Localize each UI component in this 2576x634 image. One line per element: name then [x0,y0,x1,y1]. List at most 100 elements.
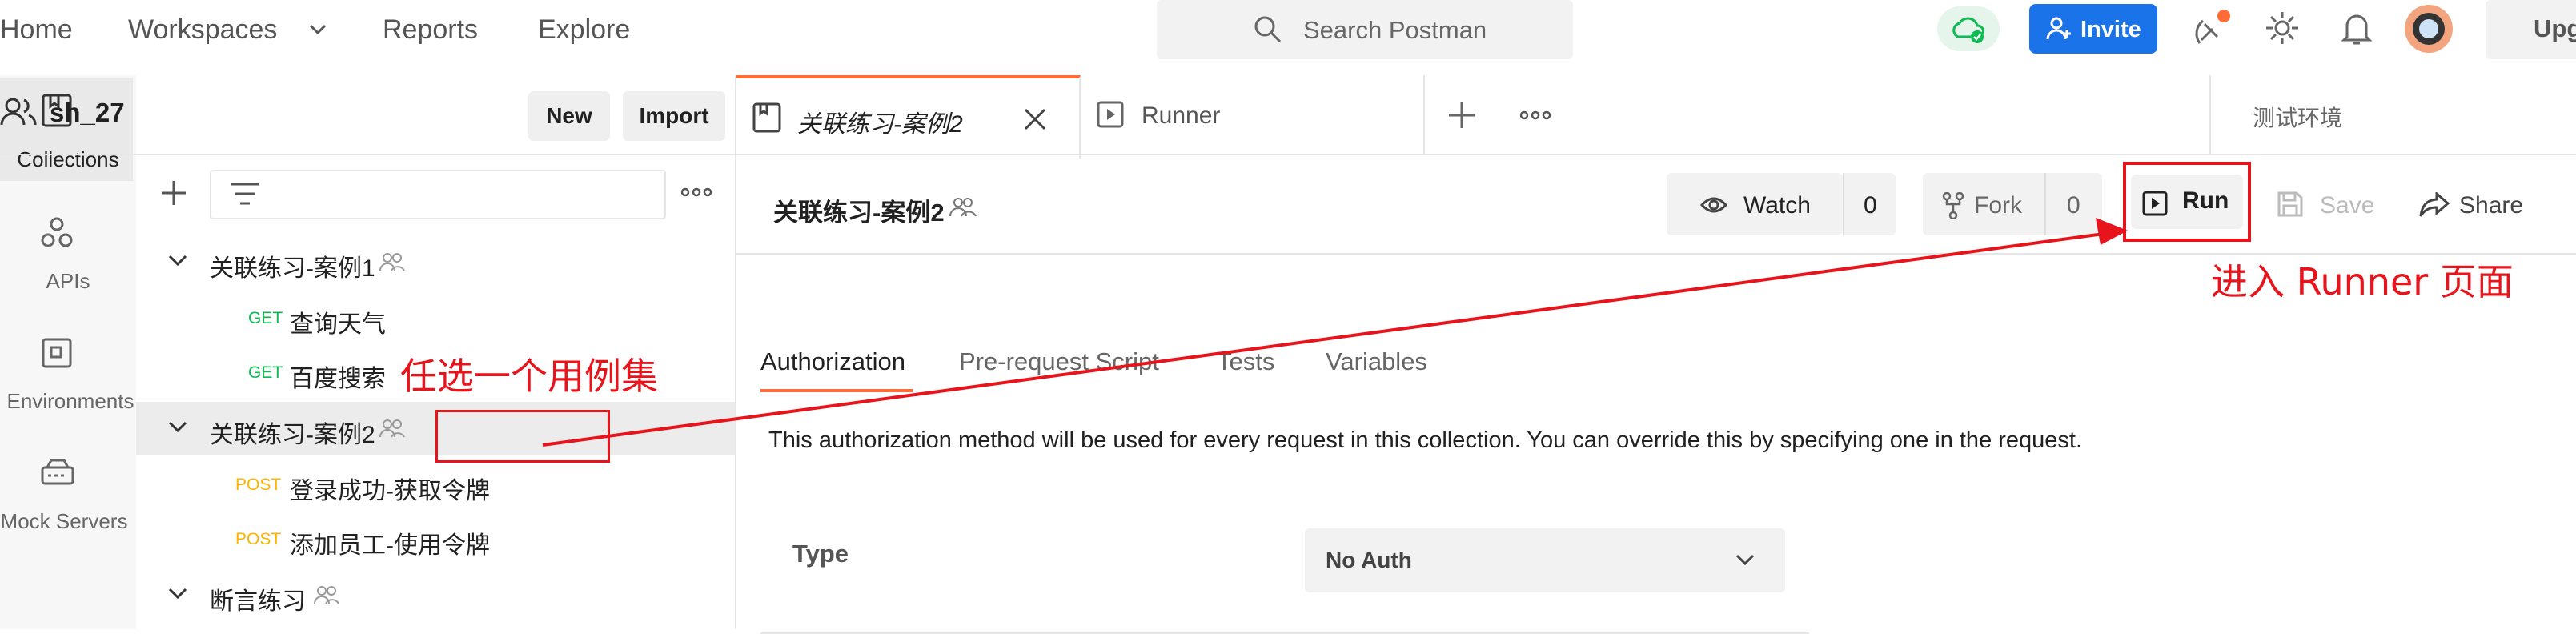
collection-name: 断言练习 [210,588,306,615]
nav-home[interactable]: Home [0,14,73,46]
satellite-icon[interactable] [2193,8,2233,50]
watch-button[interactable]: Watch [1667,173,1843,235]
play-icon [2142,191,2168,216]
watch-count-value: 0 [1864,192,1877,219]
shared-icon [314,584,339,605]
team-icon [0,96,37,128]
share-icon [2419,192,2450,218]
tab-label: 关联练习-案例2 [797,111,963,138]
request-row[interactable]: POST 添加员工-使用令牌 [136,512,735,565]
shared-icon [949,195,977,218]
shared-icon [379,251,405,272]
tab-label: Runner [1142,102,1221,129]
rail-label: Mock Servers [0,509,128,533]
add-user-icon [2045,15,2072,42]
tab-active[interactable]: 关联练习-案例2 [736,75,1081,158]
request-name: 百度搜索 [290,366,386,392]
tab-pre-request-script[interactable]: Pre-request Script [959,347,1159,376]
more-tabs-icon[interactable] [1519,110,1551,120]
rail-item-mock-servers[interactable]: Mock Servers [0,443,133,540]
collection-name: 关联练习-案例1 [210,255,375,282]
upgrade-button[interactable]: Upg [2486,0,2576,59]
left-rail: Collections APIs Environments Mock Serve… [0,75,138,629]
chevron-down-icon [1735,554,1755,567]
collection-name: 关联练习-案例2 [210,422,375,448]
environments-icon [40,336,74,370]
method-badge: POST [235,530,282,548]
auth-type-select[interactable]: No Auth [1305,528,1785,592]
collections-sidebar: sh_27 New Import 关联练习-案例1 GET 查询天气 GET 百… [0,75,736,629]
save-label: Save [2320,192,2375,219]
mock-servers-icon [40,456,75,488]
rail-item-collections[interactable]: Collections [0,78,133,181]
request-name: 登录成功-获取令牌 [290,478,490,504]
new-button[interactable]: New [528,91,610,141]
tab-runner[interactable]: Runner [1081,75,1425,154]
chevron-down-icon[interactable] [309,24,327,35]
gear-icon[interactable] [2264,10,2301,46]
bell-icon[interactable] [2341,10,2373,46]
search-box[interactable]: Search Postman [1157,0,1573,59]
filter-icon [229,181,261,207]
chevron-down-icon[interactable] [168,588,187,600]
method-badge: GET [248,309,283,327]
share-button[interactable]: Share [2416,173,2544,235]
share-label: Share [2459,192,2524,219]
run-button[interactable]: Run [2123,162,2251,242]
search-placeholder: Search Postman [1303,16,1487,44]
request-row[interactable]: GET 查询天气 [136,291,735,344]
filter-input[interactable] [210,170,666,219]
rail-item-apis[interactable]: APIs [0,203,133,299]
watch-label: Watch [1743,192,1811,219]
request-name: 添加员工-使用令牌 [290,532,490,559]
collection-row[interactable]: 关联练习-案例1 [136,235,735,288]
cloud-sync-icon[interactable] [1937,6,2000,51]
more-options-icon[interactable] [680,187,712,197]
tab-variables[interactable]: Variables [1326,347,1427,376]
request-row[interactable]: POST 登录成功-获取令牌 [136,458,735,511]
chevron-down-icon[interactable] [168,255,187,267]
fork-count[interactable]: 0 [2046,173,2102,235]
save-button[interactable]: Save [2270,173,2390,235]
fork-count-value: 0 [2067,192,2080,219]
nav-explore[interactable]: Explore [538,14,630,46]
plus-icon[interactable] [160,179,187,207]
import-button[interactable]: Import [623,91,725,141]
workspace-name[interactable]: sh_27 [50,98,125,128]
collection-tab-icon [752,102,781,133]
method-badge: GET [248,363,283,382]
run-label: Run [2182,187,2229,214]
environment-selector[interactable]: 测试环境 [2253,101,2342,133]
rail-label: Environments [6,389,134,413]
annotation-box [435,410,610,463]
nav-reports[interactable]: Reports [383,14,478,46]
tab-authorization[interactable]: Authorization [760,347,905,376]
search-icon [1253,14,1283,45]
tab-tests[interactable]: Tests [1217,347,1274,376]
shared-icon [379,418,405,439]
apis-icon [40,216,74,248]
fork-icon [1942,192,1964,219]
type-label: Type [792,540,849,568]
top-bar: Home Workspaces Reports Explore Search P… [0,0,2576,77]
upgrade-label: Upg [2534,14,2576,42]
auth-type-value: No Auth [1326,548,1412,572]
fork-label: Fork [1974,192,2022,219]
avatar[interactable] [2403,3,2454,54]
new-tab-plus-icon[interactable] [1447,101,1476,130]
close-icon[interactable] [1023,107,1047,131]
collection-title: 关联练习-案例2 [773,199,945,227]
runner-icon [1097,101,1124,128]
chevron-down-icon[interactable] [168,421,187,434]
eye-icon [1700,195,1727,215]
collection-row[interactable]: 断言练习 [136,568,735,621]
watch-count[interactable]: 0 [1844,173,1896,235]
invite-label: Invite [2080,17,2141,42]
rail-item-environments[interactable]: Environments [0,323,134,419]
nav-workspaces[interactable]: Workspaces [128,14,277,46]
fork-button[interactable]: Fork [1923,173,2044,235]
main-panel: 关联练习-案例2 Runner 测试环境 关联练习-案例2 Watch 0 Fo [736,75,2576,634]
annotation-pick: 任选一个用例集 [400,355,658,398]
invite-button[interactable]: Invite [2029,4,2157,54]
rail-label: APIs [46,269,90,293]
